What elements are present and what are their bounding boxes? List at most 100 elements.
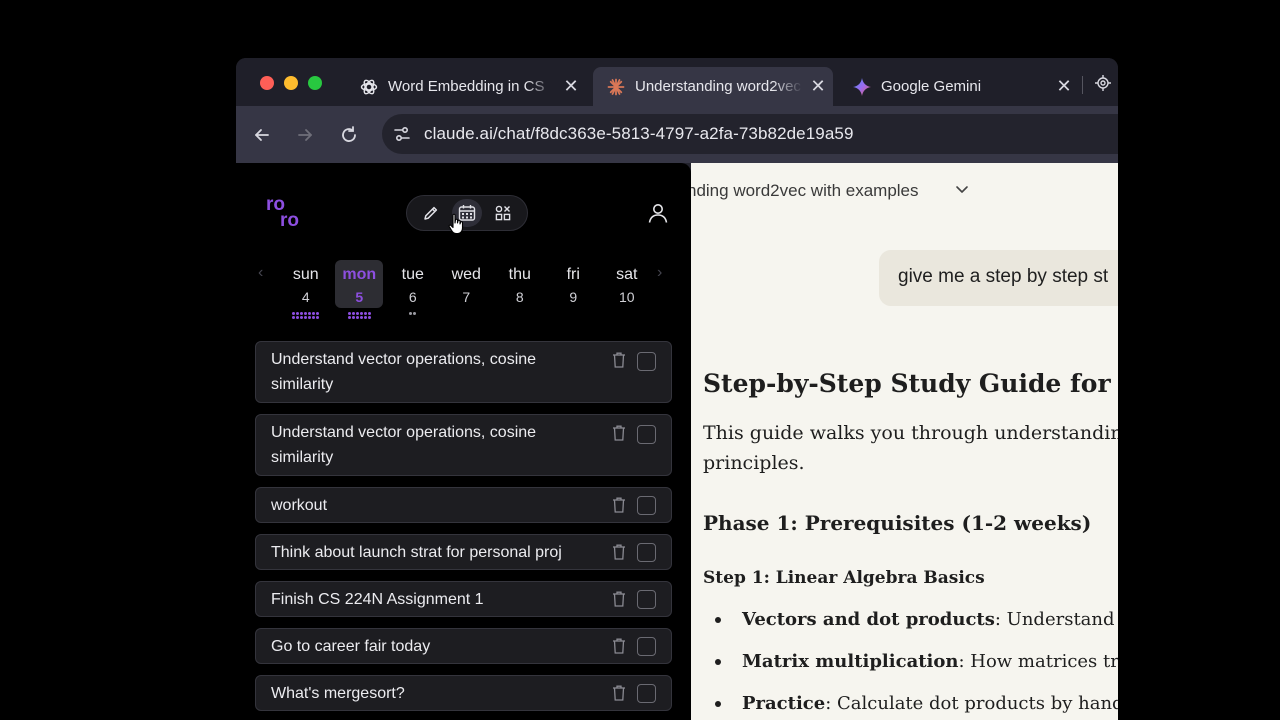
todo-text[interactable]: Finish CS 224N Assignment 1: [256, 583, 612, 616]
list-item: Vectors and dot products: Understand ve: [715, 608, 1118, 650]
todo-text[interactable]: Think about launch strat for personal pr…: [256, 536, 612, 569]
conversation-title[interactable]: nding word2vec with examples: [691, 181, 919, 201]
tab-understanding-word2vec[interactable]: Understanding word2vec ✕: [593, 67, 833, 106]
close-tab-icon[interactable]: ✕: [803, 76, 833, 97]
bullet-bold: Matrix multiplication: [742, 651, 959, 672]
todo-checkbox[interactable]: [637, 425, 656, 444]
todo-text[interactable]: Understand vector operations, cosine sim…: [256, 342, 612, 403]
day-name: wed: [451, 266, 481, 283]
browser-window: Word Embedding in CS ✕ Understanding wor…: [236, 58, 1118, 720]
close-tab-icon[interactable]: ✕: [1049, 76, 1079, 97]
day-date: 7: [462, 289, 471, 305]
response-intro: This guide walks you through understandi…: [703, 418, 1118, 478]
forward-button[interactable]: [292, 122, 318, 148]
tab-google-gemini[interactable]: Google Gemini ✕: [839, 67, 1079, 106]
day-thu[interactable]: thu 8: [493, 260, 547, 308]
day-name: mon: [342, 266, 377, 283]
day-date: 8: [515, 289, 524, 305]
intro-line: principles.: [703, 452, 805, 474]
day-sun[interactable]: sun 4: [279, 260, 333, 319]
forward-arrow-icon: [298, 129, 312, 141]
tab-title: Word Embedding in CS: [388, 78, 545, 95]
todo-checkbox[interactable]: [637, 589, 656, 609]
gemini-icon: [853, 77, 871, 96]
todo-item[interactable]: What's mergesort?: [255, 675, 672, 711]
phase-heading: Phase 1: Prerequisites (1-2 weeks): [703, 511, 1092, 535]
step-heading: Step 1: Linear Algebra Basics: [703, 568, 985, 588]
trash-icon[interactable]: [612, 638, 626, 654]
minimize-window-button[interactable]: [284, 76, 298, 90]
task-dots: [335, 316, 383, 319]
chevron-down-icon[interactable]: [955, 182, 969, 198]
bullet-text: : Understand ve: [994, 609, 1118, 630]
todo-item[interactable]: Think about launch strat for personal pr…: [255, 534, 672, 570]
todo-item[interactable]: Go to career fair today: [255, 628, 672, 664]
address-bar[interactable]: claude.ai/chat/f8dc363e-5813-4797-a2fa-7…: [382, 114, 1118, 154]
todo-checkbox[interactable]: [637, 352, 656, 371]
day-date: 10: [618, 289, 635, 305]
shapes-icon: [495, 205, 511, 221]
day-date: 6: [408, 289, 417, 305]
list-item: Practice: Calculate dot products by hand…: [715, 692, 1118, 720]
todo-checkbox[interactable]: [637, 683, 656, 703]
task-dots: [279, 316, 333, 319]
day-sat[interactable]: sat 10: [600, 260, 654, 308]
account-icon[interactable]: [646, 201, 670, 225]
todo-list: Understand vector operations, cosine sim…: [255, 341, 672, 720]
intro-line: This guide walks you through understandi…: [703, 422, 1118, 444]
todo-text[interactable]: Go to career fair today: [256, 630, 612, 663]
todo-item[interactable]: workout: [255, 487, 672, 523]
trash-icon[interactable]: [612, 544, 626, 560]
week-strip: sun 4 mon 5 tue 6 wed 7 thu 8 fri 9 sat …: [279, 260, 683, 319]
url-text: claude.ai/chat/f8dc363e-5813-4797-a2fa-7…: [424, 124, 854, 143]
tab-word-embedding[interactable]: Word Embedding in CS ✕: [346, 67, 586, 106]
list-item: Matrix multiplication: How matrices tran: [715, 650, 1118, 692]
day-date: 9: [569, 289, 578, 305]
trash-icon[interactable]: [612, 497, 626, 513]
trash-icon[interactable]: [612, 425, 626, 441]
day-mon[interactable]: mon 5: [335, 260, 384, 319]
todo-checkbox[interactable]: [637, 542, 656, 562]
todo-item[interactable]: Understand vector operations, cosine sim…: [255, 341, 672, 403]
grid-mode-button[interactable]: [488, 199, 518, 227]
day-tue[interactable]: tue 6: [386, 260, 440, 315]
back-button[interactable]: [249, 122, 275, 148]
day-wed[interactable]: wed 7: [440, 260, 494, 308]
prev-week-button[interactable]: ‹: [258, 264, 263, 282]
pencil-icon: [424, 206, 438, 220]
mode-switcher: [406, 195, 528, 231]
claude-icon: [607, 78, 625, 96]
todo-item[interactable]: Finish CS 224N Assignment 1: [255, 581, 672, 617]
day-name: tue: [401, 266, 424, 283]
zoom-window-button[interactable]: [308, 76, 322, 90]
extension-icon[interactable]: [1094, 74, 1112, 92]
trash-icon[interactable]: [612, 352, 626, 368]
todo-checkbox[interactable]: [637, 495, 656, 515]
todo-text[interactable]: What's mergesort?: [256, 677, 612, 710]
todo-text[interactable]: Understand vector operations, cosine sim…: [256, 415, 612, 476]
trash-icon[interactable]: [612, 685, 626, 701]
close-window-button[interactable]: [260, 76, 274, 90]
bullet-text: : Calculate dot products by hand,: [825, 693, 1118, 714]
bullet-list: Vectors and dot products: Understand ve …: [715, 608, 1118, 720]
tab-strip: Word Embedding in CS ✕ Understanding wor…: [236, 58, 1118, 106]
site-settings-icon[interactable]: [390, 122, 414, 146]
todo-item[interactable]: Understand vector operations, cosine sim…: [255, 414, 672, 476]
edit-mode-button[interactable]: [416, 199, 446, 227]
todo-text[interactable]: workout: [256, 489, 612, 522]
bullet-bold: Vectors and dot products: [742, 609, 995, 630]
bullet-bold: Practice: [742, 693, 826, 714]
openai-icon: [360, 78, 378, 96]
day-fri[interactable]: fri 9: [547, 260, 601, 308]
reload-icon: [342, 126, 356, 142]
hand-cursor-icon: [448, 213, 466, 235]
todo-checkbox[interactable]: [637, 636, 656, 656]
close-tab-icon[interactable]: ✕: [556, 76, 586, 97]
roro-panel: ro ro ‹ › sun 4 mon 5 tue 6 wed 7 thu 8 …: [236, 163, 691, 720]
response-heading: Step-by-Step Study Guide for Or: [703, 369, 1118, 398]
trash-icon[interactable]: [612, 591, 626, 607]
back-arrow-icon: [255, 129, 269, 141]
roro-logo: ro ro: [266, 195, 299, 230]
reload-button[interactable]: [336, 122, 362, 148]
task-dots: [279, 312, 333, 315]
